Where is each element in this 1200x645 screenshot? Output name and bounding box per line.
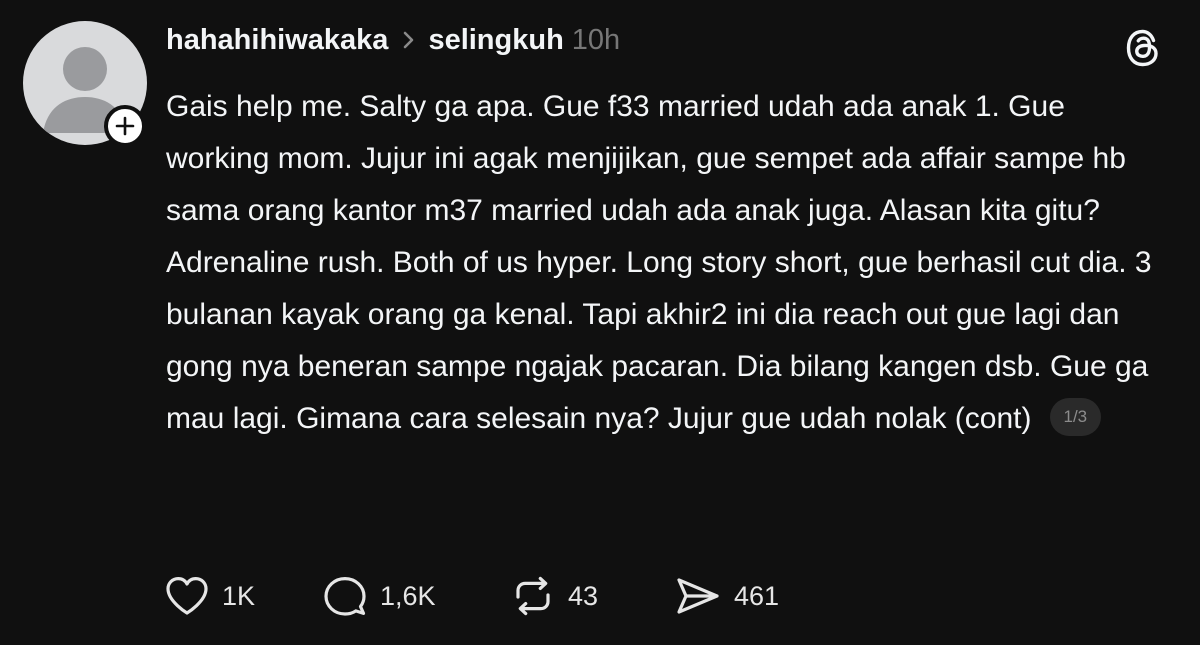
post-text: Gais help me. Salty ga apa. Gue f33 marr… — [166, 90, 1152, 435]
share-button[interactable]: 461 — [674, 575, 779, 617]
repost-button[interactable]: 43 — [510, 575, 674, 617]
reply-count: 1,6K — [380, 580, 436, 611]
post-body: Gais help me. Salty ga apa. Gue f33 marr… — [166, 81, 1156, 445]
send-icon — [677, 578, 719, 614]
heart-icon — [166, 577, 208, 615]
author-avatar-area — [23, 21, 147, 147]
comment-bubble-icon — [324, 577, 366, 616]
threads-logo-icon — [1121, 26, 1165, 70]
post-timestamp: 10h — [571, 23, 621, 56]
follow-button[interactable] — [104, 105, 146, 147]
topic-link[interactable]: selingkuh — [428, 24, 563, 57]
chevron-right-icon — [402, 30, 416, 50]
plus-icon — [115, 116, 135, 136]
share-count: 461 — [734, 580, 780, 611]
like-button[interactable]: 1K — [164, 575, 322, 617]
action-bar: 1K 1,6K 43 461 — [164, 573, 779, 619]
repost-icon — [516, 576, 550, 616]
like-count: 1K — [222, 580, 256, 611]
thread-post: hahahihiwakaka selingkuh 10h Gais help m… — [0, 0, 1200, 645]
username-link[interactable]: hahahihiwakaka — [166, 24, 388, 57]
page-indicator-badge: 1/3 — [1049, 398, 1102, 437]
reply-button[interactable]: 1,6K — [322, 575, 510, 617]
post-header: hahahihiwakaka selingkuh 10h — [166, 20, 620, 60]
repost-count: 43 — [568, 580, 599, 611]
